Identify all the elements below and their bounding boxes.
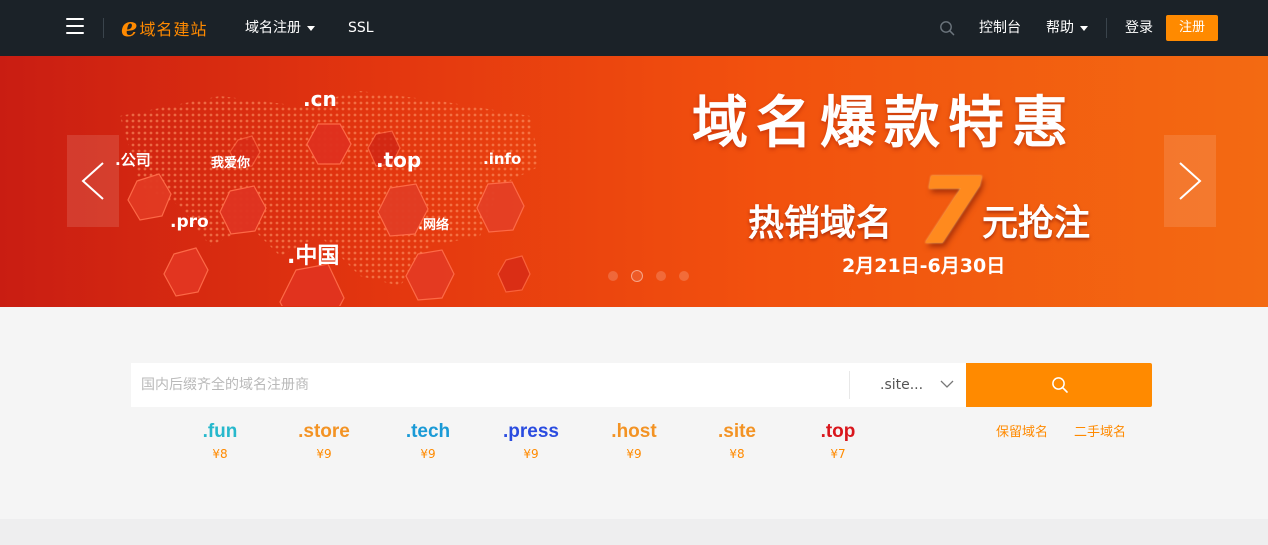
- divider: [1106, 18, 1107, 38]
- promo-banner[interactable]: .cn .公司 我爱你 .top .info .pro .中国 .网络 域名爆款…: [0, 56, 1268, 307]
- search-icon[interactable]: [939, 20, 955, 36]
- logo-text: 域名建站: [139, 20, 208, 39]
- chevron-left-icon: [81, 162, 104, 200]
- hex-label-info: .info: [483, 150, 522, 168]
- caret-down-icon: [307, 25, 315, 31]
- tld-price: ¥8: [212, 447, 228, 461]
- register-button[interactable]: 注册: [1166, 15, 1218, 41]
- nav-console[interactable]: 控制台: [979, 18, 1021, 38]
- tld-name: .press: [503, 421, 559, 442]
- tld-name: .store: [298, 421, 350, 442]
- hex-label-love: 我爱你: [211, 156, 251, 171]
- chevron-right-icon: [1179, 162, 1202, 200]
- hex-label-network: .网络: [418, 218, 449, 233]
- promo-text-right: 元抢注: [982, 203, 1091, 244]
- hex-label-pro: .pro: [170, 212, 209, 232]
- tld-name: .site: [717, 421, 757, 442]
- login-label: 登录: [1125, 20, 1153, 36]
- tld-price: ¥9: [420, 447, 436, 461]
- hex-label-company: .公司: [115, 151, 151, 169]
- tld-item[interactable]: .store ¥9: [279, 420, 369, 463]
- search-button[interactable]: [966, 363, 1152, 407]
- tld-price: ¥9: [523, 447, 539, 461]
- site-logo[interactable]: e 域名建站: [121, 14, 208, 42]
- tld-item[interactable]: .press ¥9: [486, 420, 576, 463]
- tld-price: ¥8: [729, 447, 745, 461]
- tld-price: ¥9: [626, 447, 642, 461]
- tld-price: ¥9: [316, 447, 332, 461]
- hex-label-top: .top: [376, 148, 422, 172]
- carousel-next-button[interactable]: [1164, 135, 1216, 227]
- suffix-select-value: .site...: [880, 377, 924, 393]
- carousel-dot[interactable]: [631, 270, 643, 282]
- tld-item[interactable]: .site ¥8: [692, 420, 782, 463]
- promo-text-left: 热销域名: [748, 203, 893, 244]
- carousel-dot[interactable]: [679, 271, 689, 281]
- login-link[interactable]: 登录: [1125, 18, 1153, 38]
- carousel-dot[interactable]: [656, 271, 666, 281]
- nav-help-label: 帮助: [1046, 20, 1074, 36]
- nav-ssl-label: SSL: [348, 20, 374, 36]
- nav-domain-register[interactable]: 域名注册: [245, 18, 315, 38]
- carousel-prev-button[interactable]: [67, 135, 119, 227]
- nav-help[interactable]: 帮助: [1046, 18, 1088, 38]
- tld-name: .top: [820, 421, 856, 442]
- tld-price: ¥7: [830, 447, 846, 461]
- top-navbar: e 域名建站 域名注册 SSL 控制台 帮助 登录 注册: [0, 0, 1268, 56]
- carousel-indicators: [608, 270, 689, 282]
- domain-search-input[interactable]: [131, 363, 849, 407]
- promo-price-number: 7: [918, 158, 983, 265]
- search-icon: [1052, 377, 1068, 393]
- hex-label-zhongguo: .中国: [287, 244, 340, 269]
- tld-name: .tech: [405, 421, 451, 442]
- suffix-select[interactable]: .site...: [850, 363, 966, 407]
- nav-ssl[interactable]: SSL: [348, 18, 374, 38]
- tld-item[interactable]: .top ¥7: [793, 420, 883, 463]
- tld-name: .host: [611, 421, 657, 442]
- menu-icon[interactable]: [66, 18, 84, 36]
- chevron-down-icon: [940, 380, 954, 388]
- tld-item[interactable]: .tech ¥9: [383, 420, 473, 463]
- promo-date: 2月21日-6月30日: [842, 255, 1006, 277]
- logo-e-icon: e: [121, 13, 138, 43]
- banner-title: 域名爆款特惠: [692, 91, 1076, 156]
- nav-domain-register-label: 域名注册: [245, 20, 301, 36]
- section-divider-strip: [0, 519, 1268, 545]
- tld-item[interactable]: .host ¥9: [589, 420, 679, 463]
- caret-down-icon: [1080, 25, 1088, 31]
- secondhand-domains-link[interactable]: 二手域名: [1074, 424, 1126, 442]
- tld-item[interactable]: .fun ¥8: [175, 420, 265, 463]
- tld-name: .fun: [202, 421, 238, 442]
- divider: [103, 18, 104, 38]
- domain-search-box: .site...: [131, 363, 966, 407]
- nav-console-label: 控制台: [979, 20, 1021, 36]
- hex-label-cn: .cn: [303, 87, 337, 111]
- reserved-domains-link[interactable]: 保留域名: [996, 424, 1048, 442]
- carousel-dot[interactable]: [608, 271, 618, 281]
